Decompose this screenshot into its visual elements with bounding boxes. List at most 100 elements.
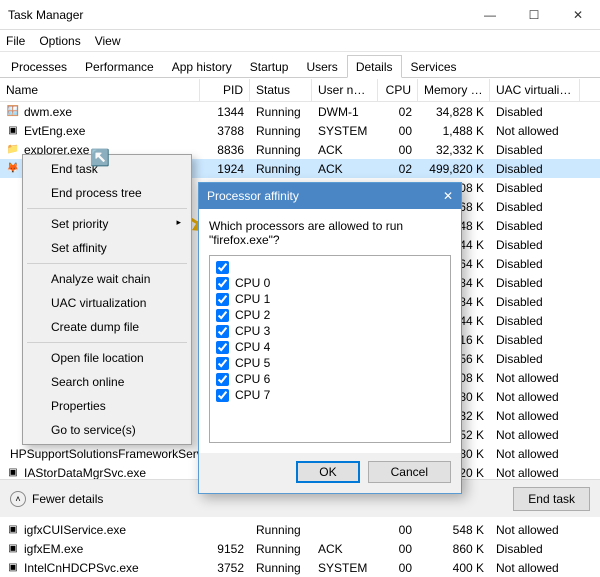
uac-cell: Disabled (490, 105, 580, 119)
tab-startup[interactable]: Startup (241, 55, 298, 78)
process-name: HPSupportSolutionsFrameworkService (10, 447, 200, 461)
col-name[interactable]: Name (0, 79, 200, 101)
cpu-row[interactable]: CPU 2 (214, 307, 446, 323)
cpu-checkbox[interactable] (216, 341, 229, 354)
col-memory[interactable]: Memory (a... (418, 79, 490, 101)
table-row[interactable]: 🪟dwm.exe1344RunningDWM-10234,828 KDisabl… (0, 102, 600, 121)
cpu-checkbox[interactable] (216, 389, 229, 402)
table-row[interactable]: ▣igfxCUIService.exeRunning00548 KNot all… (0, 520, 600, 539)
cpu-cell: 00 (378, 523, 418, 537)
ctx-set-priority[interactable]: Set priority (25, 212, 189, 236)
user-cell: SYSTEM (312, 124, 378, 138)
uac-cell: Disabled (490, 143, 580, 157)
process-icon: ▣ (6, 561, 20, 575)
uac-cell: Not allowed (490, 447, 580, 461)
ctx-end-task[interactable]: End task (25, 157, 189, 181)
dialog-close-icon[interactable]: ✕ (443, 189, 453, 203)
uac-cell: Not allowed (490, 409, 580, 423)
tab-strip: Processes Performance App history Startu… (0, 54, 600, 78)
uac-cell: Disabled (490, 333, 580, 347)
uac-cell: Disabled (490, 200, 580, 214)
pid-cell: 1344 (200, 105, 250, 119)
dialog-title: Processor affinity (207, 189, 299, 203)
table-row[interactable]: ▣EvtEng.exe3788RunningSYSTEM001,488 KNot… (0, 121, 600, 140)
process-icon (6, 295, 20, 309)
tab-performance[interactable]: Performance (76, 55, 163, 78)
process-icon (6, 314, 20, 328)
pid-cell: 8836 (200, 143, 250, 157)
cpu-checkbox[interactable] (216, 357, 229, 370)
close-button[interactable]: ✕ (556, 0, 600, 30)
cpu-checkbox[interactable] (216, 373, 229, 386)
cancel-button[interactable]: Cancel (368, 461, 451, 483)
process-icon: 📁 (6, 143, 20, 157)
ctx-create-dump-file[interactable]: Create dump file (25, 315, 189, 339)
process-icon: ▣ (6, 124, 20, 138)
col-cpu[interactable]: CPU (378, 79, 418, 101)
mem-cell: 548 K (418, 523, 490, 537)
col-status[interactable]: Status (250, 79, 312, 101)
ctx-separator (27, 263, 187, 264)
pid-cell: 1924 (200, 162, 250, 176)
process-icon (6, 181, 20, 195)
uac-cell: Not allowed (490, 466, 580, 480)
cpu-label: CPU 3 (235, 324, 270, 338)
cpu-row[interactable]: CPU 0 (214, 275, 446, 291)
cpu-label: CPU 0 (235, 276, 270, 290)
cpu-row[interactable]: CPU 5 (214, 355, 446, 371)
cpu-checkbox[interactable] (216, 261, 229, 274)
ctx-go-to-service-s-[interactable]: Go to service(s) (25, 418, 189, 442)
end-task-button[interactable]: End task (513, 487, 590, 511)
table-row[interactable]: ▣IntelCnHDCPSvc.exe3752RunningSYSTEM0040… (0, 558, 600, 577)
cpu-row[interactable]: CPU 4 (214, 339, 446, 355)
dialog-titlebar[interactable]: Processor affinity ✕ (199, 183, 461, 209)
mem-cell: 499,820 K (418, 162, 490, 176)
tab-services[interactable]: Services (402, 55, 466, 78)
cpu-checkbox[interactable] (216, 325, 229, 338)
ctx-open-file-location[interactable]: Open file location (25, 346, 189, 370)
user-cell: ACK (312, 162, 378, 176)
process-name: IntelCnHDCPSvc.exe (24, 561, 139, 575)
process-icon: ▣ (6, 542, 20, 556)
ctx-properties[interactable]: Properties (25, 394, 189, 418)
cpu-row[interactable]: CPU 6 (214, 371, 446, 387)
ctx-set-affinity[interactable]: Set affinity (25, 236, 189, 260)
menu-options[interactable]: Options (39, 34, 80, 48)
tab-app-history[interactable]: App history (163, 55, 241, 78)
menu-bar: File Options View (0, 30, 600, 52)
ctx-uac-virtualization[interactable]: UAC virtualization (25, 291, 189, 315)
menu-file[interactable]: File (6, 34, 25, 48)
col-user[interactable]: User name (312, 79, 378, 101)
cpu-row[interactable]: CPU 1 (214, 291, 446, 307)
col-pid[interactable]: PID (200, 79, 250, 101)
ctx-search-online[interactable]: Search online (25, 370, 189, 394)
user-cell: ACK (312, 143, 378, 157)
ctx-end-process-tree[interactable]: End process tree (25, 181, 189, 205)
column-header-row: Name PID Status User name CPU Memory (a.… (0, 78, 600, 102)
mem-cell: 32,332 K (418, 143, 490, 157)
tab-details[interactable]: Details (347, 55, 402, 78)
col-uac[interactable]: UAC virtualizati... (490, 79, 580, 101)
cpu-row[interactable]: CPU 3 (214, 323, 446, 339)
table-row[interactable]: ▣igfxEM.exe9152RunningACK00860 KDisabled (0, 539, 600, 558)
chevron-up-icon: ˄ (10, 491, 26, 507)
minimize-button[interactable]: — (468, 0, 512, 30)
tab-users[interactable]: Users (297, 55, 346, 78)
status-cell: Running (250, 124, 312, 138)
cpu-checkbox[interactable] (216, 277, 229, 290)
uac-cell: Not allowed (490, 124, 580, 138)
ctx-analyze-wait-chain[interactable]: Analyze wait chain (25, 267, 189, 291)
menu-view[interactable]: View (95, 34, 121, 48)
tab-processes[interactable]: Processes (2, 55, 76, 78)
cpu-checkbox[interactable] (216, 309, 229, 322)
cpu-checkbox[interactable] (216, 293, 229, 306)
mem-cell: 400 K (418, 561, 490, 575)
status-cell: Running (250, 542, 312, 556)
ok-button[interactable]: OK (296, 461, 359, 483)
cpu-row[interactable] (214, 260, 446, 275)
fewer-details-link[interactable]: ˄ Fewer details (10, 491, 103, 507)
cpu-row[interactable]: CPU 7 (214, 387, 446, 403)
maximize-button[interactable]: ☐ (512, 0, 556, 30)
process-name: igfxCUIService.exe (24, 523, 126, 537)
cpu-cell: 00 (378, 143, 418, 157)
